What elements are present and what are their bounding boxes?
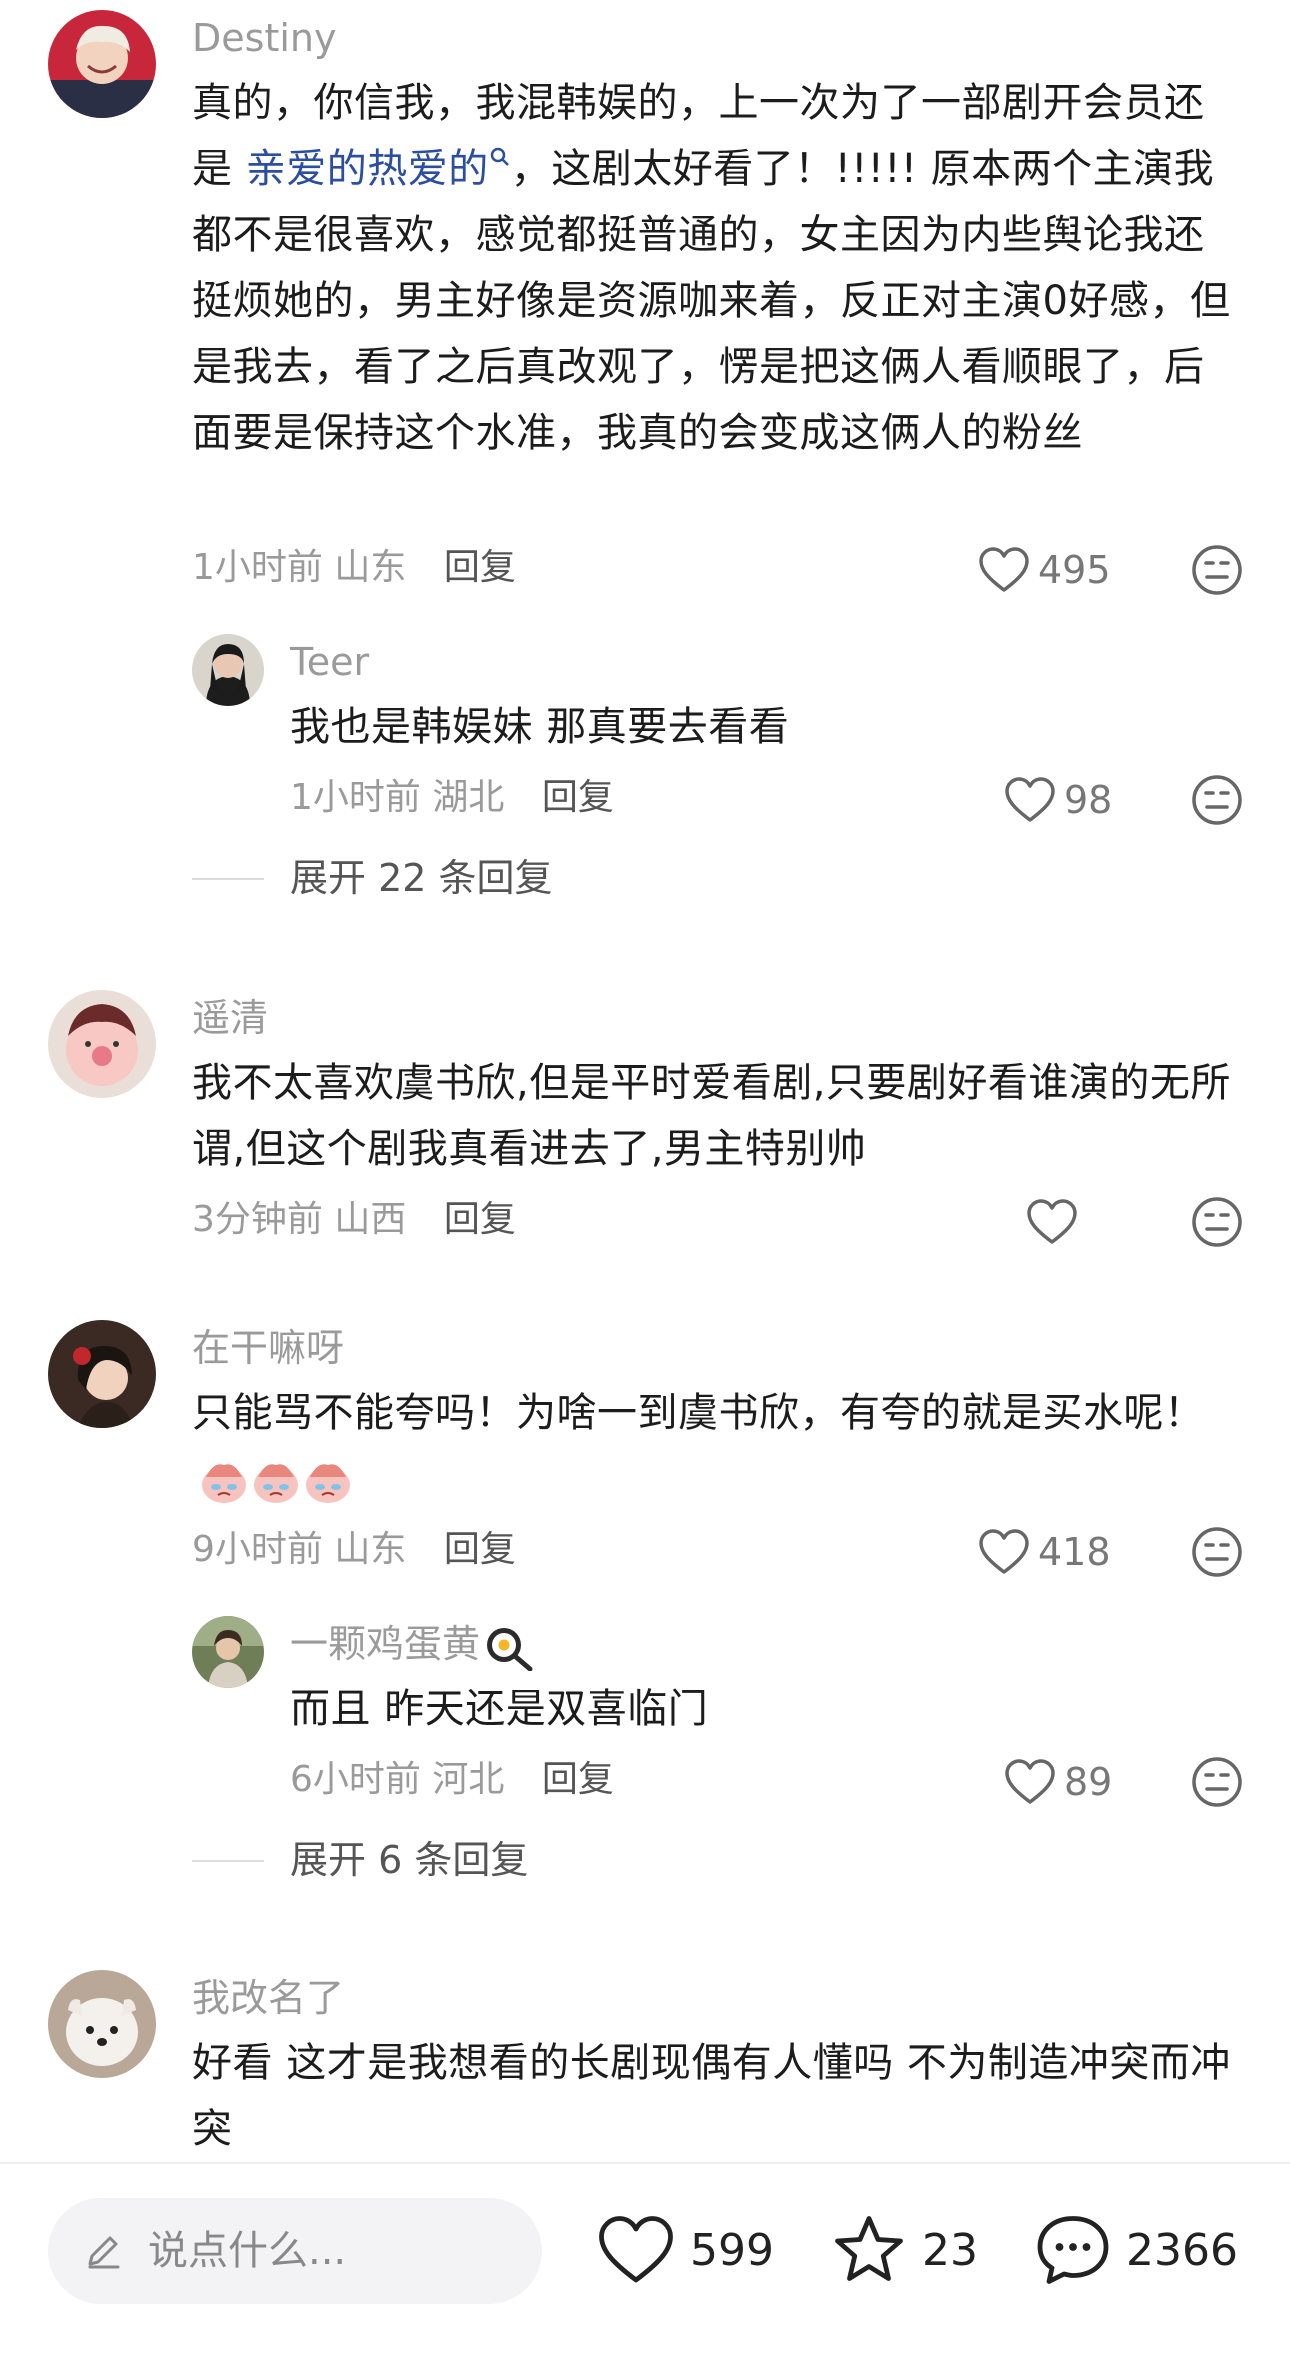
expand-divider [192,1860,264,1862]
star-outline-icon [835,2216,903,2281]
like-count: 89 [1064,1760,1113,1804]
comment-username[interactable]: Destiny [192,14,336,62]
reply-meta: 6小时前 河北 回复 [290,1756,614,1804]
comment-text-part: 只能骂不能夸吗！为啥一到虞书欣，有夸的就是买水呢！ [192,1390,1205,1436]
like-post-button[interactable]: 599 [596,2212,774,2288]
comment-meta: 1小时前 山东 回复 [192,544,516,592]
reply-location: 湖北 [432,777,505,818]
reply-button[interactable]: 回复 [542,1759,614,1800]
comment-count: 2366 [1126,2224,1238,2276]
neutral-face-icon[interactable] [1190,543,1244,597]
reply-text: 而且 昨天还是双喜临门 [290,1686,709,1732]
comment-location: 山东 [334,1529,407,1570]
like-count: 418 [1038,1530,1111,1574]
avatar[interactable] [48,1320,156,1428]
comment-list: Destiny 真的，你信我，我混韩娱的，上一次为了一部剧开会员还是 亲爱的热爱… [0,0,1290,2160]
frying-pan-egg-icon [487,1627,533,1671]
reply-meta: 1小时前 湖北 回复 [290,774,614,822]
reply-username[interactable]: Teer [290,638,369,686]
expand-divider [192,878,264,880]
comment-meta: 3分钟前 山西 回复 [192,1196,516,1244]
reply-username-label: 一颗鸡蛋黄 [290,1622,481,1666]
favorite-count: 23 [922,2224,978,2276]
neutral-face-icon[interactable] [1190,1195,1244,1249]
search-icon [490,147,509,166]
like-count: 98 [1064,778,1113,822]
comment-input-placeholder: 说点什么... [148,2228,347,2274]
comment-time: 1小时前 [192,547,323,588]
expand-replies-button[interactable]: 展开 22 条回复 [290,854,553,902]
crying-emoji-icon [202,1464,246,1503]
avatar[interactable] [48,1970,156,2078]
heart-outline-icon [979,1529,1029,1574]
comment-text: 好看 这才是我想看的长剧现偶有人懂吗 不为制造冲突而冲突 [192,2040,1231,2152]
like-count: 495 [1038,548,1111,592]
heart-outline-icon [1005,1759,1055,1804]
comment-location: 山西 [334,1199,407,1240]
reply-button[interactable]: 回复 [444,547,516,588]
reply-time: 6小时前 [290,1759,421,1800]
emoji-row [192,1456,354,1503]
topic-link-label: 亲爱的热爱的 [245,146,489,192]
comment-time: 3分钟前 [192,1199,323,1240]
avatar[interactable] [48,990,156,1098]
bottom-action-bar: 说点什么... 599 23 2366 [0,2162,1290,2368]
comments-button[interactable]: 2366 [1034,2212,1238,2288]
heart-outline-icon [1027,1199,1077,1244]
comment-username[interactable]: 我改名了 [192,1974,344,2022]
comment-text-part: ，这剧太好看了！!!!!! 原本两个主演我都不是很喜欢，感觉都挺普通的，女主因为… [192,146,1231,456]
heart-outline-icon [599,2216,673,2283]
expand-replies-button[interactable]: 展开 6 条回复 [290,1836,528,1884]
like-button[interactable]: 495 [978,542,1111,598]
favorite-button[interactable]: 23 [830,2212,978,2288]
neutral-face-icon[interactable] [1190,1525,1244,1579]
heart-outline-icon [1005,777,1055,822]
neutral-face-icon[interactable] [1190,773,1244,827]
topic-link[interactable]: 亲爱的热爱的 [246,146,511,192]
comment-time: 9小时前 [192,1529,323,1570]
chat-bubble-icon [1037,2216,1109,2284]
avatar[interactable] [48,10,156,118]
comment-location: 山东 [334,547,407,588]
reply-location: 河北 [432,1759,505,1800]
comment-username[interactable]: 遥清 [192,994,268,1042]
comment-text: 只能骂不能夸吗！为啥一到虞书欣，有夸的就是买水呢！ [192,1380,1232,1512]
like-button[interactable]: 98 [1004,772,1112,828]
comment-text: 真的，你信我，我混韩娱的，上一次为了一部剧开会员还是 亲爱的热爱的 ，这剧太好看了… [192,70,1232,466]
reply-button[interactable]: 回复 [542,777,614,818]
like-button[interactable]: 418 [978,1524,1111,1580]
reply-text: 我也是韩娱妹 那真要去看看 [290,704,790,750]
like-button[interactable]: 89 [1004,1754,1112,1810]
comment-input[interactable]: 说点什么... [48,2198,542,2304]
reply-time: 1小时前 [290,777,421,818]
reply-button[interactable]: 回复 [444,1529,516,1570]
crying-emoji-icon [254,1464,298,1503]
neutral-face-icon[interactable] [1190,1755,1244,1809]
reply-button[interactable]: 回复 [444,1199,516,1240]
comment-username[interactable]: 在干嘛呀 [192,1324,344,1372]
crying-emoji-icon [306,1464,350,1503]
post-like-count: 599 [690,2224,774,2276]
comment-meta: 9小时前 山东 回复 [192,1526,516,1574]
pencil-icon [88,2236,120,2269]
heart-outline-icon [979,547,1029,592]
reply-username[interactable]: 一颗鸡蛋黄 [290,1620,534,1671]
reply-avatar[interactable] [192,634,264,706]
reply-avatar[interactable] [192,1616,264,1688]
like-button[interactable] [1026,1194,1078,1250]
comment-text: 我不太喜欢虞书欣,但是平时爱看剧,只要剧好看谁演的无所谓,但这个剧我真看进去了,… [192,1060,1231,1172]
